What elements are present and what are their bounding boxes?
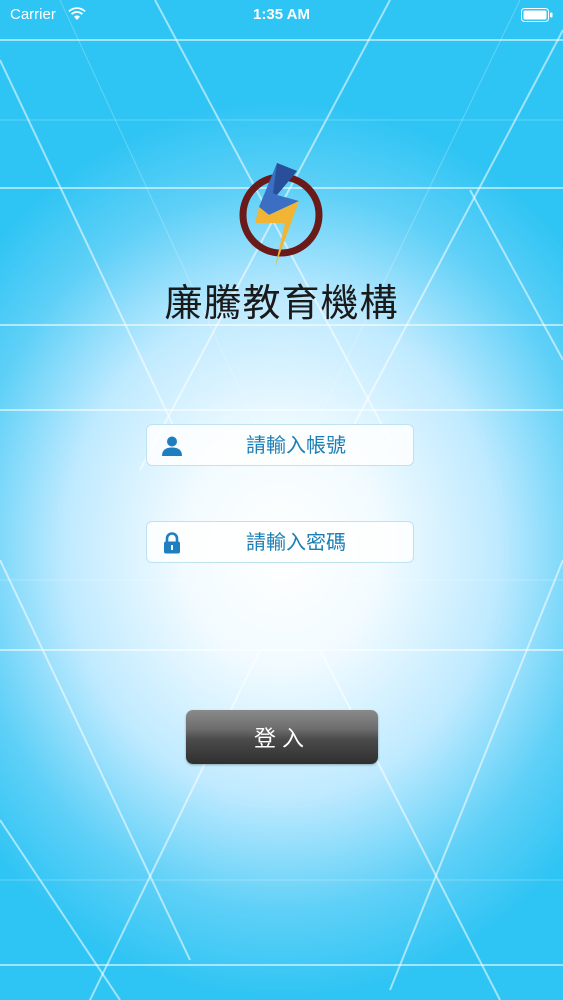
user-icon	[161, 435, 183, 457]
status-time: 1:35 AM	[253, 6, 310, 23]
background-pattern	[0, 0, 563, 1000]
battery-icon	[521, 8, 553, 26]
lightning-bolt-logo	[239, 163, 323, 267]
password-input[interactable]	[191, 522, 401, 562]
username-input[interactable]	[191, 425, 401, 465]
lock-icon	[161, 532, 183, 554]
status-bar: Carrier 1:35 AM	[0, 0, 563, 30]
username-field[interactable]	[146, 424, 414, 466]
login-button[interactable]: 登入	[186, 710, 378, 764]
password-field[interactable]	[146, 521, 414, 563]
app-title: 廉騰教育機構	[164, 281, 399, 325]
login-screen: Carrier 1:35 AM 廉騰教育機構 請輸入帳號 登入	[0, 0, 563, 1000]
